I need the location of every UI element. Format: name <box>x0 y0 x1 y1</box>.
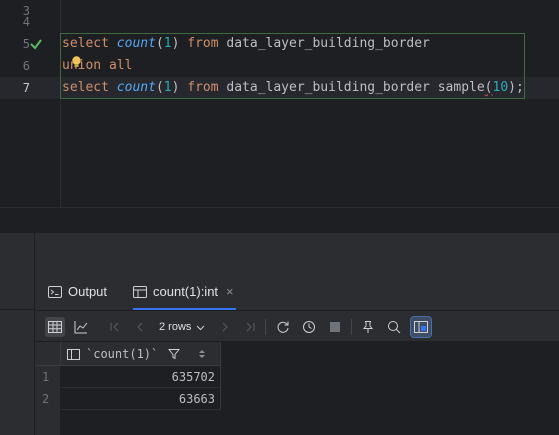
number-literal: 1 <box>163 80 172 95</box>
sort-icon[interactable] <box>198 348 206 360</box>
result-grid[interactable]: `count(1)` 1 635702 2 63663 <box>35 342 559 435</box>
row-number: 1 <box>42 370 50 384</box>
chevron-down-icon <box>196 323 205 332</box>
history-icon[interactable] <box>299 317 319 337</box>
line-number: 7 <box>22 81 30 95</box>
number-literal: 10 <box>492 80 509 95</box>
paren: ) <box>171 80 188 95</box>
column-name: `count(1)` <box>86 347 159 361</box>
rows-dropdown[interactable]: 2 rows <box>159 317 205 337</box>
toolbar-separator <box>351 319 352 335</box>
result-tabs: Output count(1):int × <box>35 273 559 310</box>
tab-output[interactable]: Output <box>48 273 107 310</box>
terminal-icon <box>48 285 62 299</box>
keyword: from <box>187 36 219 51</box>
terminator: ); <box>508 80 524 95</box>
lightbulb-icon[interactable] <box>71 56 82 68</box>
row-number: 2 <box>42 392 50 406</box>
line-number: 4 <box>22 15 30 29</box>
paren: ( <box>155 80 164 95</box>
pin-icon[interactable] <box>358 317 378 337</box>
keyword: select <box>62 80 117 95</box>
stop-icon[interactable] <box>325 317 345 337</box>
number-literal: 1 <box>163 36 172 51</box>
function-name: count <box>116 36 156 51</box>
paren: ) <box>171 36 188 51</box>
sql-editor[interactable]: 3 4 5 6 7 select count(1) from data_laye… <box>0 0 559 208</box>
filter-icon[interactable] <box>168 348 181 360</box>
code-line-7[interactable]: select count(1) from data_layer_building… <box>62 77 524 99</box>
gutter-separator <box>60 0 61 208</box>
keyword: from <box>187 80 219 95</box>
check-icon <box>29 33 43 55</box>
column-header[interactable]: `count(1)` <box>60 342 221 366</box>
layout-icon[interactable] <box>410 316 432 338</box>
rows-label: 2 rows <box>159 321 192 333</box>
table-cell[interactable]: 63663 <box>60 388 221 410</box>
next-page-icon[interactable] <box>215 317 235 337</box>
toolbar-separator <box>265 319 266 335</box>
search-icon[interactable] <box>384 317 404 337</box>
previous-page-icon[interactable] <box>130 317 150 337</box>
table-icon <box>133 285 147 299</box>
tab-label: count(1):int <box>153 284 219 299</box>
refresh-icon[interactable] <box>273 317 293 337</box>
services-tool-window: Output count(1):int × 2 rows `count(1)` … <box>0 233 559 435</box>
column-type-icon <box>67 348 80 361</box>
last-page-icon[interactable] <box>240 317 260 337</box>
services-tree-panel[interactable] <box>0 233 35 435</box>
table-cell[interactable]: 635702 <box>60 366 221 388</box>
paren: ( <box>155 36 164 51</box>
close-icon[interactable]: × <box>226 284 234 299</box>
identifier: data_layer_building_border sample <box>218 80 485 95</box>
line-number: 5 <box>22 37 30 51</box>
first-page-icon[interactable] <box>105 317 125 337</box>
identifier: data_layer_building_border <box>218 36 430 51</box>
result-toolbar: 2 rows <box>35 310 559 342</box>
code-line-5[interactable]: select count(1) from data_layer_building… <box>62 33 430 55</box>
chart-icon[interactable] <box>71 317 91 337</box>
line-number: 6 <box>22 59 30 73</box>
error-paren: ( <box>484 80 493 95</box>
table-view-icon[interactable] <box>45 317 65 337</box>
tab-count-result[interactable]: count(1):int × <box>133 273 236 310</box>
editor-footer-area <box>0 208 559 233</box>
function-name: count <box>116 80 156 95</box>
keyword: select <box>62 36 117 51</box>
tab-label: Output <box>68 284 108 299</box>
